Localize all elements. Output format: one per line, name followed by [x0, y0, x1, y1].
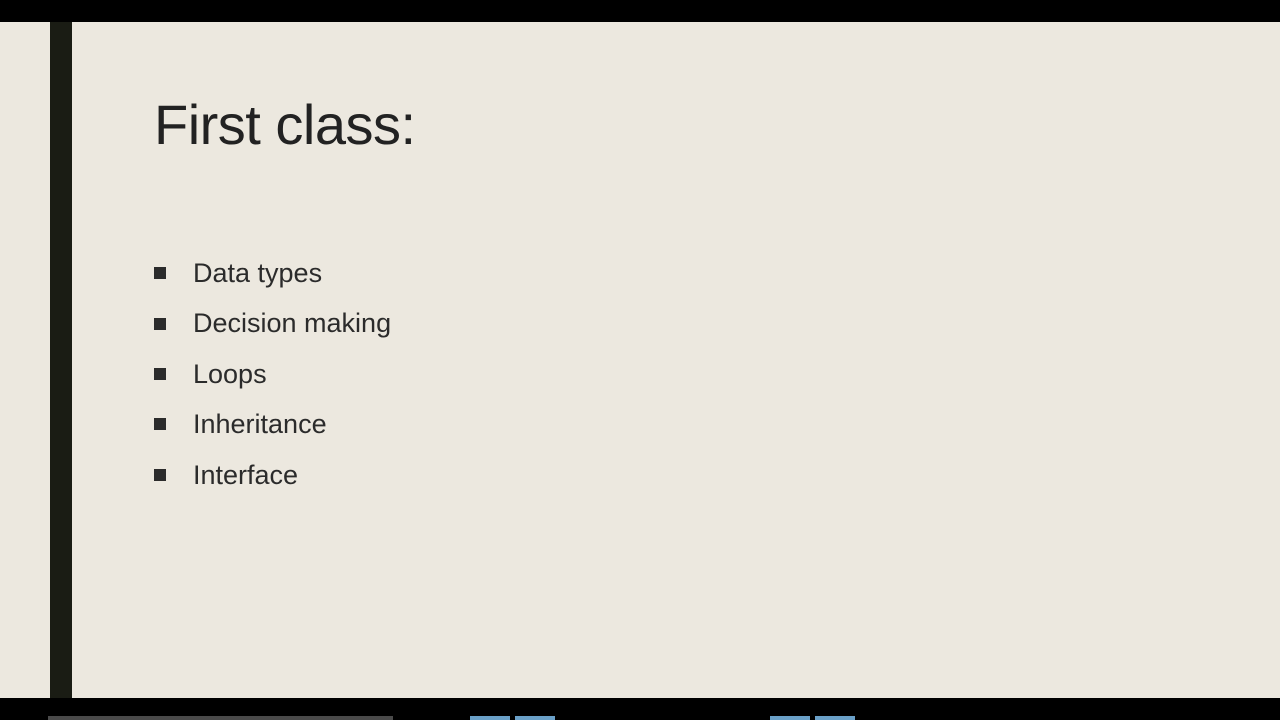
taskbar-item[interactable] — [515, 716, 555, 720]
bullet-text: Decision making — [193, 307, 391, 339]
bullet-square-icon — [154, 318, 166, 330]
bullet-square-icon — [154, 418, 166, 430]
slide-title: First class: — [154, 92, 1200, 157]
top-black-bar — [0, 0, 1280, 22]
list-item: Inheritance — [154, 408, 1200, 440]
bullet-text: Interface — [193, 459, 298, 491]
bullet-text: Loops — [193, 358, 267, 390]
taskbar-item[interactable] — [815, 716, 855, 720]
taskbar-item[interactable] — [470, 716, 510, 720]
slide-container: First class: Data types Decision making … — [0, 22, 1280, 698]
bullet-square-icon — [154, 267, 166, 279]
slide-body: First class: Data types Decision making … — [72, 22, 1280, 698]
taskbar — [0, 714, 1280, 720]
list-item: Decision making — [154, 307, 1200, 339]
taskbar-item[interactable] — [48, 716, 393, 720]
list-item: Data types — [154, 257, 1200, 289]
bullet-text: Data types — [193, 257, 322, 289]
list-item: Loops — [154, 358, 1200, 390]
list-item: Interface — [154, 459, 1200, 491]
bullet-square-icon — [154, 368, 166, 380]
bullet-list: Data types Decision making Loops Inherit… — [154, 257, 1200, 491]
slide-left-margin — [0, 22, 50, 698]
slide-accent-bar — [50, 22, 72, 698]
bullet-square-icon — [154, 469, 166, 481]
bullet-text: Inheritance — [193, 408, 327, 440]
taskbar-item[interactable] — [770, 716, 810, 720]
